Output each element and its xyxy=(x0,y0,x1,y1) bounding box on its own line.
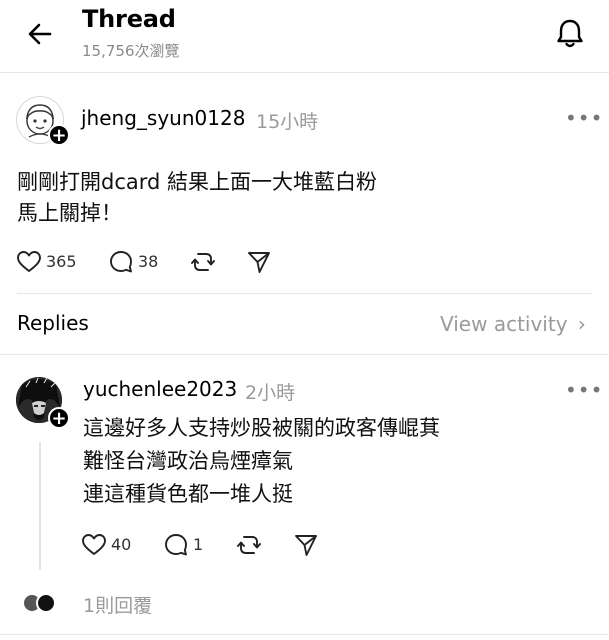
mini-avatar xyxy=(36,593,56,613)
heart-icon[interactable] xyxy=(16,249,42,275)
view-activity-link[interactable]: View activity › xyxy=(440,312,586,336)
reply-author[interactable]: yuchenlee2023 xyxy=(83,377,237,401)
follow-plus-icon[interactable]: + xyxy=(48,124,70,146)
reply-count-link[interactable]: 1則回覆 xyxy=(83,591,152,618)
like-count: 365 xyxy=(46,252,77,271)
post-text-line: 馬上關掉！ xyxy=(17,201,122,225)
send-icon[interactable] xyxy=(246,249,272,275)
more-options-icon[interactable]: ••• xyxy=(565,378,603,402)
reply-time: 2小時 xyxy=(245,382,296,404)
replies-heading: Replies xyxy=(17,311,89,335)
thread-line xyxy=(39,442,41,570)
reply-text-line: 難怪台灣政治烏煙瘴氣 xyxy=(83,449,293,473)
chevron-right-icon: › xyxy=(577,312,586,336)
back-arrow-icon[interactable] xyxy=(24,18,56,50)
repost-icon[interactable] xyxy=(236,532,262,558)
comment-icon[interactable] xyxy=(108,249,134,275)
reply-text-line: 這邊好多人支持炒股被關的政客傳崐萁 xyxy=(83,416,440,440)
header-divider xyxy=(0,72,609,73)
heart-icon[interactable] xyxy=(81,532,107,558)
comment-count: 38 xyxy=(138,252,159,271)
follow-plus-icon[interactable]: + xyxy=(48,407,70,429)
section-divider xyxy=(17,293,592,294)
repost-icon[interactable] xyxy=(190,249,216,275)
send-icon[interactable] xyxy=(293,532,319,558)
comment-icon[interactable] xyxy=(163,532,189,558)
post-time: 15小時 xyxy=(256,111,319,133)
post-text-line: 剛剛打開dcard 結果上面一大堆藍白粉 xyxy=(17,170,378,194)
post-text: 剛剛打開dcard 結果上面一大堆藍白粉 馬上關掉！ xyxy=(17,167,377,229)
more-options-icon[interactable]: ••• xyxy=(565,106,603,130)
page-title: Thread xyxy=(82,5,176,33)
bottom-divider xyxy=(0,634,609,635)
view-activity-label: View activity xyxy=(440,312,568,336)
view-count: 15,756次瀏覽 xyxy=(82,42,180,60)
comment-count: 1 xyxy=(193,535,204,554)
replies-divider xyxy=(0,354,609,355)
reply-text-line: 連這種貨色都一堆人挺 xyxy=(83,482,293,506)
post-author[interactable]: jheng_syun0128 xyxy=(81,106,245,130)
bell-icon[interactable] xyxy=(552,15,588,51)
reply-avatars[interactable] xyxy=(22,592,62,614)
reply-text: 這邊好多人支持炒股被關的政客傳崐萁 難怪台灣政治烏煙瘴氣 連這種貨色都一堆人挺 xyxy=(83,412,440,511)
like-count: 40 xyxy=(111,535,132,554)
